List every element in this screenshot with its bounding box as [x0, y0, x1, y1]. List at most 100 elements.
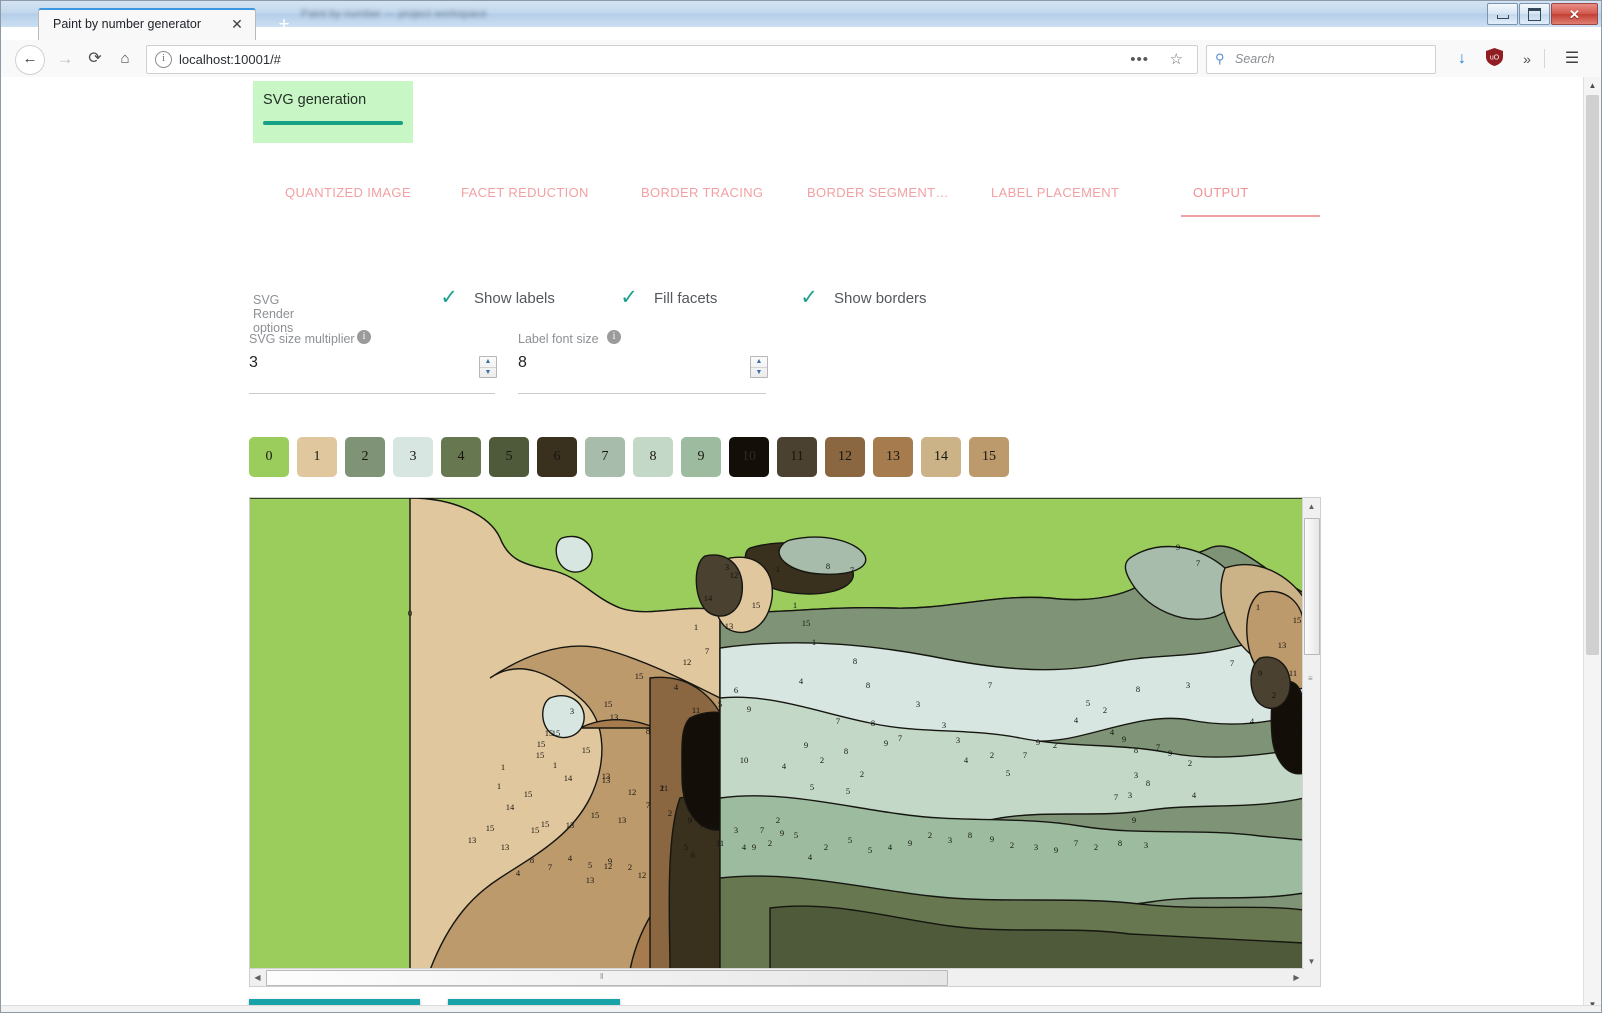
facet-label: 5	[684, 842, 688, 852]
tab-output[interactable]: OUTPUT	[1193, 185, 1249, 200]
facet-label: 3	[1144, 840, 1148, 850]
tab-border-tracing[interactable]: BORDER TRACING	[641, 185, 763, 200]
palette-swatch-15[interactable]: 15	[969, 437, 1009, 477]
scroll-right-arrow[interactable]: ▶	[1289, 969, 1304, 986]
palette-swatch-8[interactable]: 8	[633, 437, 673, 477]
facet-label: 8	[530, 855, 534, 865]
facet-label: 5	[794, 830, 798, 840]
tab-quantized-image[interactable]: QUANTIZED IMAGE	[285, 185, 411, 200]
canvas-horizontal-scrollbar[interactable]: ◀ ‖ ▶	[250, 968, 1304, 986]
tab-close-icon[interactable]: ✕	[229, 16, 245, 32]
palette-swatch-10[interactable]: 10	[729, 437, 769, 477]
facet-label: 7	[988, 680, 992, 690]
palette-swatch-2[interactable]: 2	[345, 437, 385, 477]
facet-label: 14	[704, 593, 713, 603]
stepper-control[interactable]: ▲ ▼	[479, 356, 497, 378]
facet-label: 3	[916, 699, 920, 709]
tab-label-placement[interactable]: LABEL PLACEMENT	[991, 185, 1119, 200]
facet-label: 9	[747, 704, 751, 714]
facet-label: 15	[591, 810, 600, 820]
browser-tab[interactable]: Paint by number generator ✕	[38, 8, 256, 40]
overflow-menu-icon[interactable]: »	[1516, 48, 1538, 70]
tab-border-segment[interactable]: BORDER SEGMENT…	[807, 185, 949, 200]
bookmark-star-icon[interactable]: ☆	[1170, 51, 1183, 68]
stepper-down-arrow[interactable]: ▼	[751, 368, 767, 378]
scroll-up-arrow[interactable]: ▲	[1303, 498, 1320, 515]
horizontal-scroll-thumb[interactable]	[266, 970, 948, 986]
facet-label: 13	[618, 815, 627, 825]
search-input[interactable]: ⚲ Search	[1206, 45, 1436, 74]
stepper-control[interactable]: ▲ ▼	[750, 356, 768, 378]
toolbar-divider	[1544, 49, 1545, 68]
facet-label: 1	[501, 762, 505, 772]
checkbox-show-labels[interactable]: ✓ Show labels	[438, 287, 555, 309]
page-actions-icon[interactable]: •••	[1130, 52, 1149, 67]
facet-label: 1	[1256, 602, 1260, 612]
palette-swatch-14[interactable]: 14	[921, 437, 961, 477]
facet-label: 10	[1290, 682, 1299, 692]
facet-label: 3	[948, 835, 952, 845]
site-info-icon[interactable]: i	[155, 51, 172, 68]
stepper-up-arrow[interactable]: ▲	[480, 357, 496, 368]
shield-extension-icon[interactable]: uO	[1483, 48, 1505, 70]
facet	[1250, 656, 1291, 709]
facet-label: 6	[734, 685, 738, 695]
info-icon[interactable]: i	[357, 330, 371, 344]
facet-label: 2	[660, 783, 664, 793]
tab-title: Paint by number generator	[53, 17, 202, 31]
facet-label: 8	[853, 656, 857, 666]
palette-swatch-12[interactable]: 12	[825, 437, 865, 477]
stepper-down-arrow[interactable]: ▼	[480, 368, 496, 378]
palette-swatch-7[interactable]: 7	[585, 437, 625, 477]
checkbox-fill-facets[interactable]: ✓ Fill facets	[618, 287, 717, 309]
palette-swatch-11[interactable]: 11	[777, 437, 817, 477]
field-value[interactable]: 8	[518, 354, 527, 372]
step-card-svg-generation[interactable]: SVG generation	[253, 81, 413, 143]
facet-label: 5	[868, 845, 872, 855]
page-scrollbar[interactable]: ▲ ▼	[1583, 77, 1601, 1012]
scroll-down-arrow[interactable]: ▼	[1303, 953, 1320, 970]
stepper-up-arrow[interactable]: ▲	[751, 357, 767, 368]
info-icon[interactable]: i	[607, 330, 621, 344]
palette-swatch-9[interactable]: 9	[681, 437, 721, 477]
palette-swatch-6[interactable]: 6	[537, 437, 577, 477]
facet-label: 8	[1146, 778, 1150, 788]
facet-label: 8	[714, 822, 718, 832]
checkbox-show-borders[interactable]: ✓ Show borders	[798, 287, 926, 309]
facet-label: 2	[628, 862, 632, 872]
facet-label: 13	[610, 712, 619, 722]
field-value[interactable]: 3	[249, 354, 258, 372]
facet-label: 2	[776, 815, 780, 825]
palette-swatch-1[interactable]: 1	[297, 437, 337, 477]
canvas-vertical-scrollbar[interactable]: ▲ ≡ ▼	[1302, 498, 1320, 970]
new-tab-button[interactable]: +	[273, 14, 295, 36]
facet-label: 2	[1188, 758, 1192, 768]
downloads-icon[interactable]: ↓	[1451, 48, 1473, 70]
palette-swatch-13[interactable]: 13	[873, 437, 913, 477]
field-label-font-size[interactable]: Label font size i 8 ▲ ▼	[518, 330, 768, 394]
facet-label: 15	[1293, 615, 1302, 625]
hamburger-menu-icon[interactable]: ☰	[1561, 48, 1583, 70]
facet-label: 1	[776, 564, 780, 574]
palette-swatch-3[interactable]: 3	[393, 437, 433, 477]
palette-swatch-5[interactable]: 5	[489, 437, 529, 477]
page-scroll-thumb[interactable]	[1586, 95, 1599, 655]
facet-label: 3	[725, 562, 729, 572]
home-icon[interactable]: ⌂	[114, 48, 136, 70]
tab-facet-reduction[interactable]: FACET REDUCTION	[461, 185, 589, 200]
palette-swatch-0[interactable]: 0	[249, 437, 289, 477]
scroll-left-arrow[interactable]: ◀	[250, 969, 265, 986]
field-svg-size-multiplier[interactable]: SVG size multiplier i 3 ▲ ▼	[249, 330, 497, 394]
palette-swatch-4[interactable]: 4	[441, 437, 481, 477]
facet-label: 2	[1053, 740, 1057, 750]
facet-label: 5	[1086, 698, 1090, 708]
reload-icon[interactable]: ⟳	[84, 48, 106, 70]
forward-icon[interactable]: →	[54, 48, 76, 70]
back-icon[interactable]: ←	[15, 45, 45, 75]
page-scroll-up-arrow[interactable]: ▲	[1584, 77, 1601, 94]
vertical-scroll-thumb[interactable]	[1304, 518, 1320, 655]
facet-label: 9	[752, 842, 756, 852]
checkbox-label: Show labels	[474, 289, 555, 307]
address-bar[interactable]: i localhost:10001/# ••• ☆	[146, 45, 1198, 74]
svg-preview-viewport[interactable]: 0 3 15 1 15 13 15 14 12 1 8 7 3 1 15 15 13 1 1 12 7 15 13 15 4 1 1…	[250, 498, 1304, 970]
